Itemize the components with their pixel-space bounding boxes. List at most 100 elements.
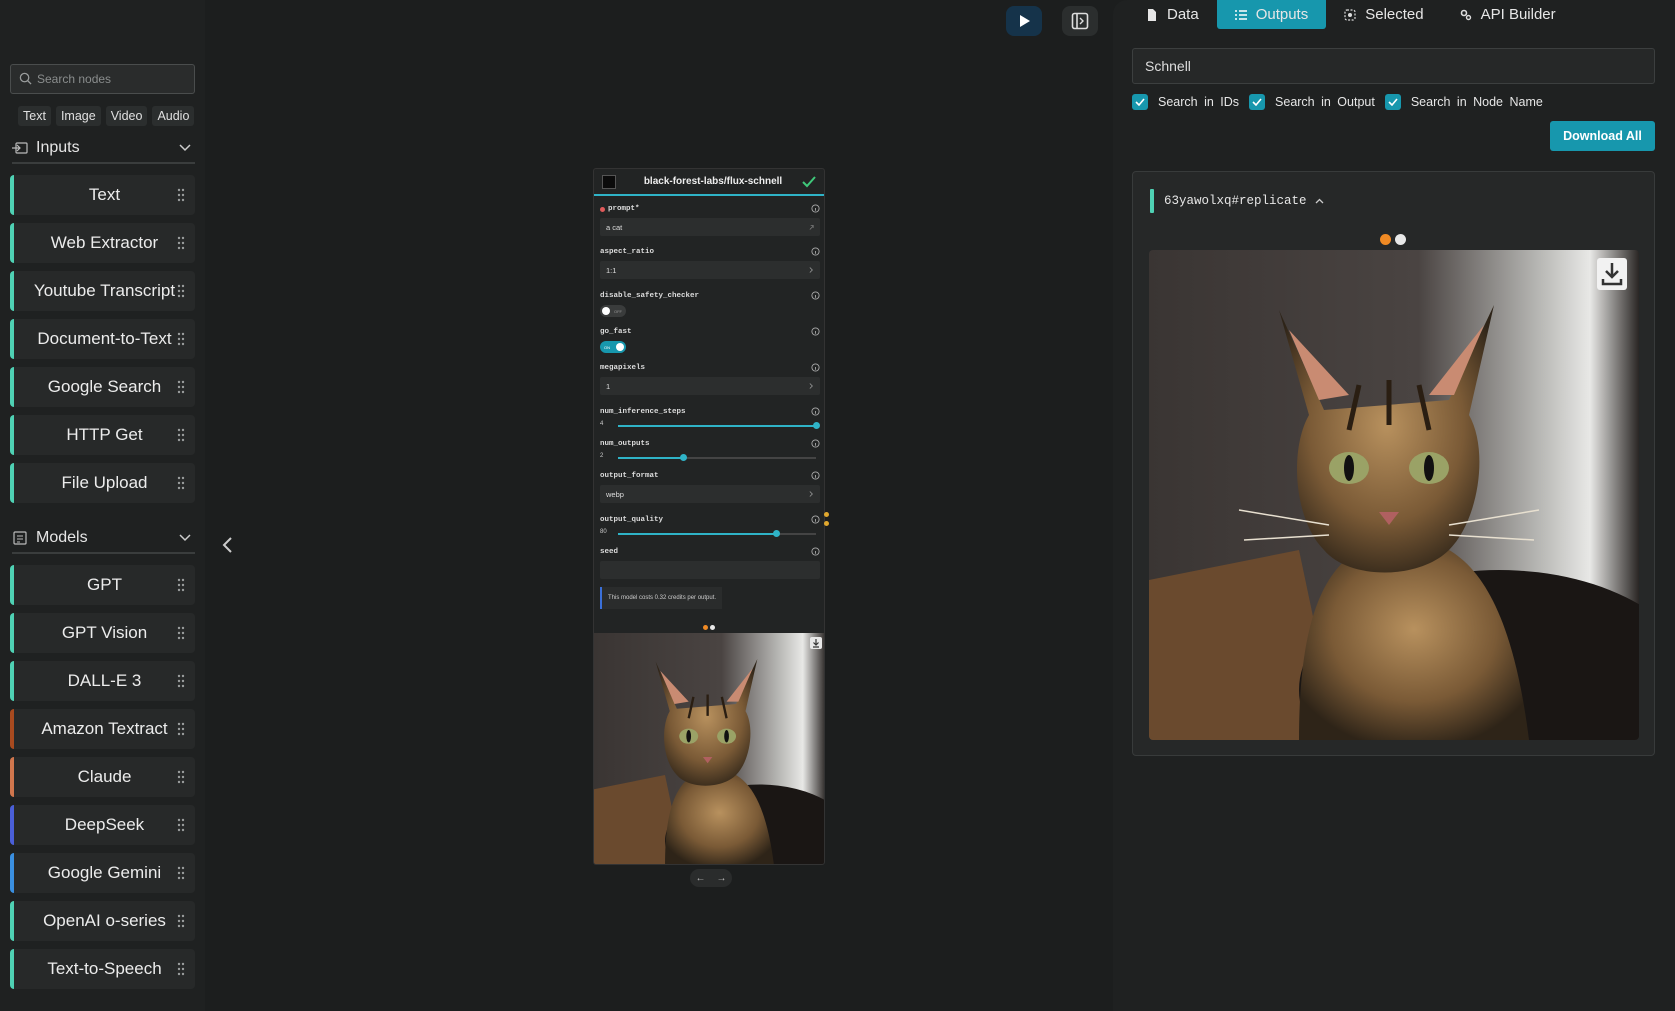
info-icon[interactable] xyxy=(811,291,820,300)
node-item-label: Claude xyxy=(77,767,132,786)
replicate-logo-icon xyxy=(602,174,616,189)
node-search-box[interactable] xyxy=(10,64,195,94)
models-section-header[interactable]: Models xyxy=(12,524,195,554)
inputs-section-header[interactable]: Inputs xyxy=(12,134,195,164)
steps-slider[interactable]: 4 xyxy=(600,421,820,431)
node-output-image[interactable] xyxy=(594,633,824,864)
sidebar-item-web-extractor[interactable]: Web Extractor xyxy=(10,223,195,263)
info-icon[interactable] xyxy=(811,439,820,448)
go-fast-toggle[interactable]: ON xyxy=(600,341,626,353)
drag-handle-icon[interactable] xyxy=(177,626,185,640)
chevron-up-icon[interactable] xyxy=(1315,198,1324,204)
prev-arrow[interactable]: ← xyxy=(696,873,706,884)
filter-chip-audio[interactable]: Audio xyxy=(152,106,195,126)
download-icon[interactable] xyxy=(810,637,822,649)
page-dot[interactable] xyxy=(1395,234,1406,245)
node-header[interactable]: black-forest-labs/flux-schnell xyxy=(594,169,824,196)
download-icon[interactable] xyxy=(1597,258,1627,290)
slider-knob[interactable] xyxy=(773,530,781,537)
drag-handle-icon[interactable] xyxy=(177,770,185,784)
prompt-input[interactable]: a cat xyxy=(600,218,820,236)
tab-data[interactable]: Data xyxy=(1128,0,1217,29)
output-card-header[interactable]: 63yawolxq#replicate xyxy=(1150,189,1324,213)
drag-handle-icon[interactable] xyxy=(177,578,185,592)
tab-outputs[interactable]: Outputs xyxy=(1216,0,1327,29)
tab-selected[interactable]: Selected xyxy=(1326,0,1441,29)
info-icon[interactable] xyxy=(811,327,820,336)
filter-chip-image[interactable]: Image xyxy=(55,106,101,126)
output-handle[interactable] xyxy=(824,512,829,517)
sidebar-item-document-to-text[interactable]: Document-to-Text xyxy=(10,319,195,359)
next-arrow[interactable]: → xyxy=(717,873,727,884)
drag-handle-icon[interactable] xyxy=(177,818,185,832)
drag-handle-icon[interactable] xyxy=(177,674,185,688)
sidebar-item-amazon-textract[interactable]: Amazon Textract xyxy=(10,709,195,749)
drag-handle-icon[interactable] xyxy=(177,962,185,976)
info-icon[interactable] xyxy=(811,547,820,556)
output-image[interactable] xyxy=(1149,250,1639,740)
steps-value: 4 xyxy=(600,421,604,427)
sidebar-item-google-gemini[interactable]: Google Gemini xyxy=(10,853,195,893)
outputs-search-input[interactable] xyxy=(1132,48,1655,84)
collapse-sidebar-icon[interactable] xyxy=(221,536,233,554)
expand-icon[interactable] xyxy=(809,223,814,231)
sidebar-item-deepseek[interactable]: DeepSeek xyxy=(10,805,195,845)
page-dot[interactable] xyxy=(710,625,715,630)
page-dot-active[interactable] xyxy=(703,625,708,630)
outputs-slider[interactable]: 2 xyxy=(600,453,820,463)
drag-handle-icon[interactable] xyxy=(177,380,185,394)
node-output-handles[interactable] xyxy=(824,512,829,526)
tab-api-builder[interactable]: API Builder xyxy=(1442,0,1574,29)
safety-toggle[interactable]: OFF xyxy=(600,305,626,317)
sidebar-item-gpt-vision[interactable]: GPT Vision xyxy=(10,613,195,653)
info-icon[interactable] xyxy=(811,515,820,524)
search-output-checkbox[interactable] xyxy=(1249,94,1266,110)
drag-handle-icon[interactable] xyxy=(177,332,185,346)
sidebar-item-file-upload[interactable]: File Upload xyxy=(10,463,195,503)
toggle-panel-button[interactable] xyxy=(1062,6,1098,36)
sidebar-item-youtube-transcript[interactable]: Youtube Transcript xyxy=(10,271,195,311)
drag-handle-icon[interactable] xyxy=(177,476,185,490)
sidebar-item-gpt[interactable]: GPT xyxy=(10,565,195,605)
drag-handle-icon[interactable] xyxy=(177,914,185,928)
info-icon[interactable] xyxy=(811,471,820,480)
output-format-select[interactable]: webp xyxy=(600,485,820,503)
drag-handle-icon[interactable] xyxy=(177,188,185,202)
drag-handle-icon[interactable] xyxy=(177,722,185,736)
info-icon[interactable] xyxy=(811,247,820,256)
sidebar-item-text-to-speech[interactable]: Text-to-Speech xyxy=(10,949,195,989)
search-ids-checkbox[interactable] xyxy=(1132,94,1148,110)
megapixels-select[interactable]: 1 xyxy=(600,377,820,395)
page-dot-active[interactable] xyxy=(1380,234,1391,245)
sidebar-item-openai-o-series[interactable]: OpenAI o-series xyxy=(10,901,195,941)
quality-value: 80 xyxy=(600,529,607,535)
drag-handle-icon[interactable] xyxy=(177,236,185,250)
node-search-input[interactable] xyxy=(37,72,187,86)
list-icon xyxy=(1234,9,1247,20)
aspect-ratio-select[interactable]: 1:1 xyxy=(600,261,820,279)
sidebar-item-http-get[interactable]: HTTP Get xyxy=(10,415,195,455)
quality-slider[interactable]: 80 xyxy=(600,529,820,539)
drag-handle-icon[interactable] xyxy=(177,284,185,298)
filter-chip-text[interactable]: Text xyxy=(18,106,51,126)
sidebar-item-google-search[interactable]: Google Search xyxy=(10,367,195,407)
drag-handle-icon[interactable] xyxy=(177,866,185,880)
drag-handle-icon[interactable] xyxy=(177,428,185,442)
search-node-name-label: Search in Node Name xyxy=(1410,95,1543,109)
sidebar-item-dall-e-3[interactable]: DALL-E 3 xyxy=(10,661,195,701)
filter-chip-video[interactable]: Video xyxy=(105,106,148,126)
seed-input[interactable] xyxy=(600,561,820,579)
flux-schnell-node[interactable]: black-forest-labs/flux-schnell prompt * a… xyxy=(593,168,825,865)
model-icon xyxy=(13,531,27,545)
info-icon[interactable] xyxy=(811,363,820,372)
info-icon[interactable] xyxy=(811,204,820,213)
search-node-name-checkbox[interactable] xyxy=(1384,94,1401,110)
info-icon[interactable] xyxy=(811,407,820,416)
sidebar-item-claude[interactable]: Claude xyxy=(10,757,195,797)
download-all-button[interactable]: Download All xyxy=(1550,121,1655,151)
output-handle[interactable] xyxy=(824,521,829,526)
slider-knob[interactable] xyxy=(813,422,820,429)
slider-knob[interactable] xyxy=(680,454,688,461)
sidebar-item-text[interactable]: Text xyxy=(10,175,195,215)
run-button[interactable] xyxy=(1006,6,1042,36)
